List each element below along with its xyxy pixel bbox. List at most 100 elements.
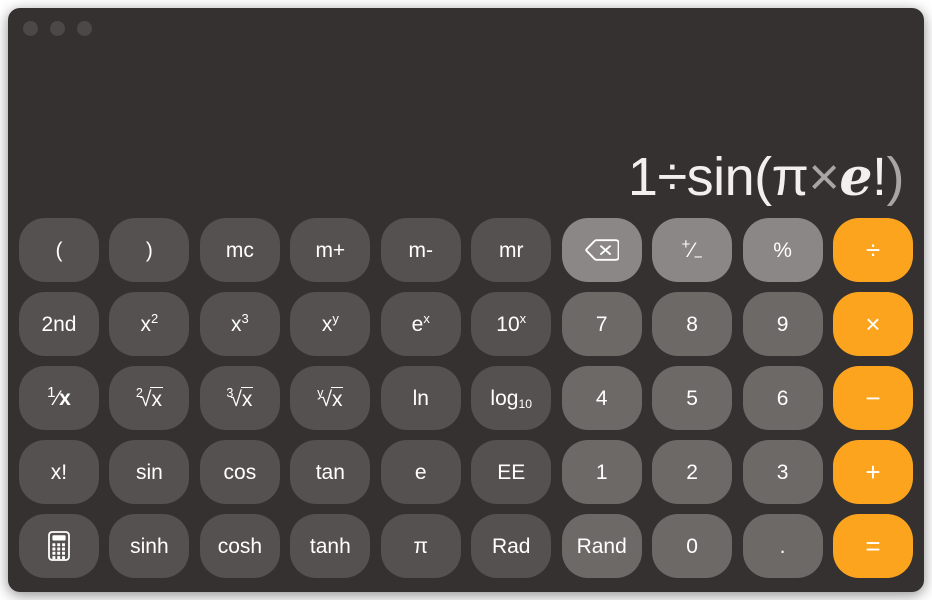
x-squared[interactable]: x2 xyxy=(109,292,190,356)
hyperbolic-cosine[interactable]: cosh xyxy=(199,514,280,578)
key-label: log10 xyxy=(490,386,532,411)
decimal-point[interactable]: . xyxy=(742,514,823,578)
key-label: ex xyxy=(411,310,430,336)
calculator-app: 1÷sin(π×e!) () mc m+ m-mr +⁄−% ÷ 2nd x2 x3 xy ex 10… xyxy=(0,0,932,600)
open-paren[interactable]: ( xyxy=(19,218,99,282)
display-expression: 1÷sin(π×e!) xyxy=(627,147,905,207)
key-label: 5 xyxy=(686,386,698,410)
key-label: ln xyxy=(412,386,429,410)
key-label: Rand xyxy=(576,534,627,558)
expression-token-0: 1 xyxy=(627,147,658,207)
digit-8[interactable]: 8 xyxy=(652,292,733,356)
hyperbolic-sine[interactable]: sinh xyxy=(109,514,190,578)
tangent[interactable]: tan xyxy=(290,440,371,504)
exponent-entry[interactable]: EE xyxy=(471,440,552,504)
key-label: 8 xyxy=(686,312,698,336)
digit-3[interactable]: 3 xyxy=(742,440,823,504)
calculator-icon[interactable] xyxy=(19,514,99,578)
key-label: Rad xyxy=(491,534,531,558)
key-label: xy xyxy=(321,310,339,336)
square-root[interactable]: 2 √x xyxy=(109,366,190,430)
minimize-button[interactable] xyxy=(50,21,65,36)
key-label: % xyxy=(773,238,792,262)
key-label: tan xyxy=(315,460,345,484)
digit-1[interactable]: 1 xyxy=(561,440,642,504)
log-base-10[interactable]: log10 xyxy=(471,366,552,430)
x-to-power-y[interactable]: xy xyxy=(290,292,371,356)
percent[interactable]: % xyxy=(742,218,823,282)
key-label: x2 xyxy=(140,310,159,336)
euler-constant[interactable]: e xyxy=(380,440,461,504)
key-label: tanh xyxy=(309,534,351,558)
expression-token-1: ÷ xyxy=(657,147,687,207)
key-label: 3 √x xyxy=(226,386,254,411)
radians-mode[interactable]: Rad xyxy=(471,514,552,578)
key-label: . xyxy=(779,534,786,558)
key-label: 9 xyxy=(776,312,789,336)
key-label: 10x xyxy=(496,310,527,336)
traffic-light-group xyxy=(23,21,92,36)
digit-5[interactable]: 5 xyxy=(652,366,733,430)
memory-clear[interactable]: mc xyxy=(199,218,280,282)
pi-constant[interactable]: π xyxy=(380,514,461,578)
key-label: ÷ xyxy=(865,235,881,265)
digit-7[interactable]: 7 xyxy=(561,292,642,356)
key-label: 4 xyxy=(595,386,608,410)
key-label: y √x xyxy=(317,386,344,411)
second-function[interactable]: 2nd xyxy=(19,292,99,356)
key-label: sin xyxy=(135,460,163,484)
cube-root[interactable]: 3 √x xyxy=(199,366,280,430)
key-label: 7 xyxy=(595,312,608,336)
key-label: +⁄− xyxy=(681,235,703,266)
zoom-button[interactable] xyxy=(77,21,92,36)
random-number[interactable]: Rand xyxy=(561,514,642,578)
key-label: e xyxy=(414,460,427,484)
key-label: ) xyxy=(145,238,153,262)
expression-token-7: ) xyxy=(886,147,905,207)
key-label: 2 xyxy=(686,460,698,484)
digit-6[interactable]: 6 xyxy=(742,366,823,430)
multiply[interactable]: × xyxy=(833,292,913,356)
expression-token-4: × xyxy=(808,147,840,207)
reciprocal[interactable]: 1⁄x xyxy=(19,366,99,430)
key-label: cos xyxy=(223,460,257,484)
memory-add[interactable]: m+ xyxy=(290,218,371,282)
x-cubed[interactable]: x3 xyxy=(199,292,280,356)
key-label: = xyxy=(865,531,881,561)
natural-log[interactable]: ln xyxy=(380,366,461,430)
factorial[interactable]: x! xyxy=(19,440,99,504)
digit-2[interactable]: 2 xyxy=(652,440,733,504)
key-label: m- xyxy=(408,238,434,262)
key-label: ( xyxy=(55,238,63,262)
hyperbolic-tangent[interactable]: tanh xyxy=(290,514,371,578)
key-label: x3 xyxy=(230,310,249,336)
key-label: mc xyxy=(225,238,254,262)
key-label: + xyxy=(865,457,881,487)
sine[interactable]: sin xyxy=(109,440,190,504)
ten-to-power-x[interactable]: 10x xyxy=(471,292,552,356)
close-paren[interactable]: ) xyxy=(109,218,190,282)
title-bar[interactable] xyxy=(8,8,924,52)
subtract[interactable]: − xyxy=(833,366,913,430)
equals[interactable]: = xyxy=(833,514,913,578)
key-label: 2 √x xyxy=(135,386,163,411)
key-label: EE xyxy=(497,460,526,484)
add[interactable]: + xyxy=(833,440,913,504)
digit-4[interactable]: 4 xyxy=(561,366,642,430)
divide[interactable]: ÷ xyxy=(833,218,913,282)
e-to-power-x[interactable]: ex xyxy=(380,292,461,356)
delete-icon[interactable] xyxy=(561,218,642,282)
calculator-window: 1÷sin(π×e!) () mc m+ m-mr +⁄−% ÷ 2nd x2 x3 xy ex 10… xyxy=(8,8,924,592)
key-label: π xyxy=(413,534,429,558)
digit-0[interactable]: 0 xyxy=(652,514,733,578)
expression-token-2: sin( xyxy=(686,147,773,207)
digit-9[interactable]: 9 xyxy=(742,292,823,356)
key-label: − xyxy=(865,383,881,413)
close-button[interactable] xyxy=(23,21,38,36)
cosine[interactable]: cos xyxy=(199,440,280,504)
nth-root[interactable]: y √x xyxy=(290,366,371,430)
calculator-icon xyxy=(48,531,70,561)
memory-subtract[interactable]: m- xyxy=(380,218,461,282)
memory-recall[interactable]: mr xyxy=(471,218,552,282)
sign-toggle[interactable]: +⁄− xyxy=(652,218,733,282)
